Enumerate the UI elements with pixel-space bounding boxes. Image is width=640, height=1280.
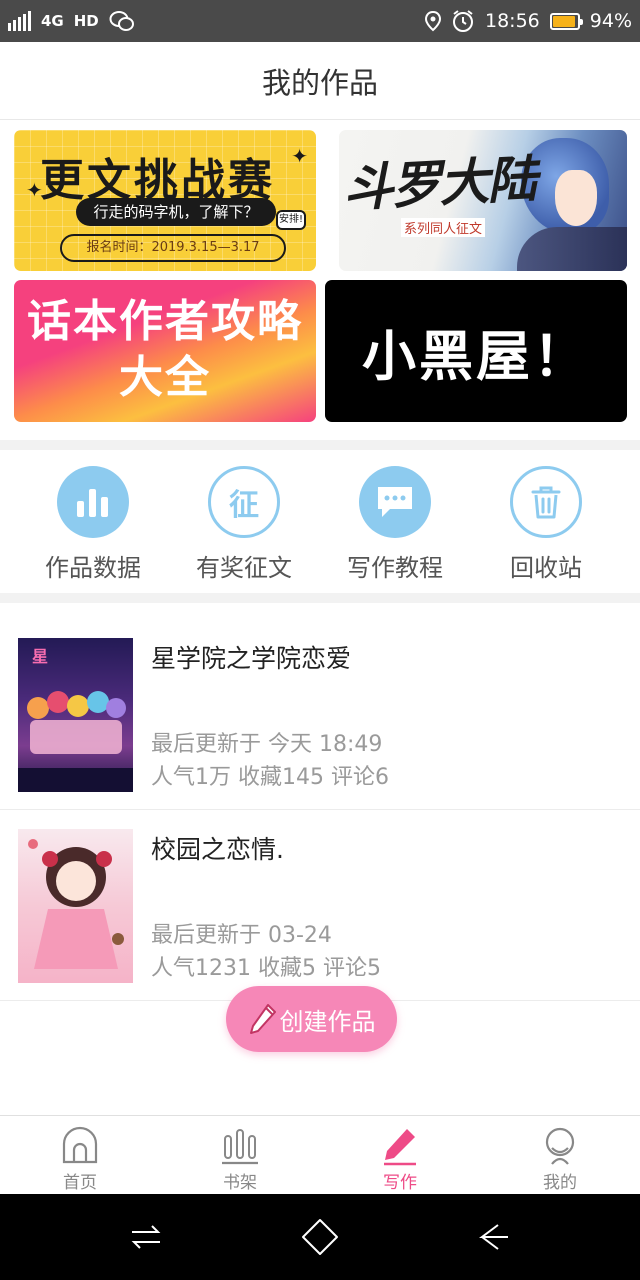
divider <box>0 440 640 450</box>
pencil-icon <box>249 1004 276 1034</box>
work-cover-image: 星 <box>18 638 133 792</box>
quick-action-work-data[interactable]: 作品数据 <box>18 466 168 583</box>
bottom-tab-bar: 首页 书架 写作 我的 <box>0 1115 640 1194</box>
work-title: 星学院之学院恋爱 <box>151 644 352 673</box>
banner-challenge-date: 报名时间：2019.3.15—3.17 <box>60 234 286 262</box>
recent-apps-icon[interactable] <box>128 1219 164 1255</box>
tab-label: 写作 <box>383 1173 417 1193</box>
contest-glyph: 征 <box>229 488 259 523</box>
tab-label: 首页 <box>63 1173 97 1193</box>
work-updated: 最后更新于 今天 18:49 <box>151 732 383 757</box>
home-button-icon[interactable] <box>300 1217 340 1257</box>
banner-challenge-tag: 安排! <box>276 210 306 230</box>
create-work-button[interactable]: 创建作品 <box>226 986 397 1052</box>
list-item-work[interactable]: 星 星学院之学院恋爱 最后更新于 今天 18:49 人气1万 收藏145 评论6 <box>0 620 640 810</box>
create-work-label: 创建作品 <box>279 1007 376 1036</box>
work-stats: 人气1231 收藏5 评论5 <box>151 956 381 981</box>
clock: 18:56 <box>485 10 540 32</box>
status-bar: 4G HD 18:56 94% <box>0 0 640 42</box>
work-cover-image <box>18 829 133 983</box>
bar-chart-icon <box>57 466 129 538</box>
alarm-icon <box>453 10 473 32</box>
tab-label: 我的 <box>543 1173 577 1193</box>
signal-icon <box>8 11 31 31</box>
battery-level-fill <box>552 15 576 27</box>
home-icon <box>62 1126 98 1164</box>
banner-guide-line2: 大全 <box>119 352 211 403</box>
banner-douluo-subtitle: 系列同人征文 <box>401 218 486 237</box>
character-face <box>555 170 597 226</box>
quick-action-contest[interactable]: 征 有奖征文 <box>169 466 319 583</box>
tab-home[interactable]: 首页 <box>0 1116 160 1194</box>
tab-bookshelf[interactable]: 书架 <box>160 1116 320 1194</box>
list-item-work[interactable]: 校园之恋情. 最后更新于 03-24 人气1231 收藏5 评论5 <box>0 811 640 1001</box>
sparkle-icon: ✦ <box>291 144 308 168</box>
work-stats: 人气1万 收藏145 评论6 <box>151 765 389 790</box>
quick-action-label: 回收站 <box>510 554 582 582</box>
banner-guide-line1: 话本作者攻略 <box>27 296 303 347</box>
wechat-icon <box>109 11 134 31</box>
banner-writing-challenge[interactable]: ✦ ✦ 更文挑战赛 行走的码字机，了解下？ 安排! 报名时间：2019.3.15… <box>14 130 316 271</box>
trash-icon <box>510 466 582 538</box>
quick-action-recycle-bin[interactable]: 回收站 <box>471 466 621 583</box>
network-type: 4G <box>41 11 64 30</box>
banner-blackroom[interactable]: 小黑屋！ <box>325 280 627 422</box>
svg-text:星: 星 <box>32 647 48 666</box>
banner-blackroom-text: 小黑屋！ <box>362 324 590 388</box>
location-icon <box>425 10 441 32</box>
tab-label: 书架 <box>223 1173 257 1193</box>
back-icon[interactable] <box>476 1219 512 1255</box>
user-icon <box>545 1127 575 1165</box>
banner-challenge-subtitle: 行走的码字机，了解下？ <box>76 198 276 226</box>
banner-grid: ✦ ✦ 更文挑战赛 行走的码字机，了解下？ 安排! 报名时间：2019.3.15… <box>0 120 640 440</box>
divider <box>0 593 640 603</box>
quick-action-label: 写作教程 <box>347 554 443 582</box>
quick-actions: 作品数据 征 有奖征文 写作教程 回收站 <box>0 450 640 593</box>
chat-bubble-icon <box>359 466 431 538</box>
contest-icon: 征 <box>208 466 280 538</box>
system-nav-bar <box>0 1194 640 1280</box>
quick-action-tutorial[interactable]: 写作教程 <box>320 466 470 583</box>
bookshelf-icon <box>222 1129 258 1165</box>
banner-author-guide[interactable]: 话本作者攻略 大全 <box>14 280 316 422</box>
quick-action-label: 作品数据 <box>45 554 141 582</box>
battery-percent: 94% <box>589 10 632 32</box>
work-title: 校园之恋情. <box>151 835 284 864</box>
hd-indicator: HD <box>73 11 99 30</box>
banner-douluo-contest[interactable]: 斗罗大陆 系列同人征文 <box>339 130 627 271</box>
quick-action-label: 有奖征文 <box>196 554 292 582</box>
header: 我的作品 <box>0 42 640 120</box>
banner-guide-text: 话本作者攻略 大全 <box>14 294 316 406</box>
page-title: 我的作品 <box>261 65 378 100</box>
tab-mine[interactable]: 我的 <box>480 1116 640 1194</box>
character-body <box>517 227 627 271</box>
battery-icon <box>549 12 583 30</box>
banner-douluo-title: 斗罗大陆 <box>341 149 537 218</box>
work-updated: 最后更新于 03-24 <box>151 923 332 948</box>
pencil-icon <box>384 1129 416 1166</box>
tab-write[interactable]: 写作 <box>320 1116 480 1194</box>
